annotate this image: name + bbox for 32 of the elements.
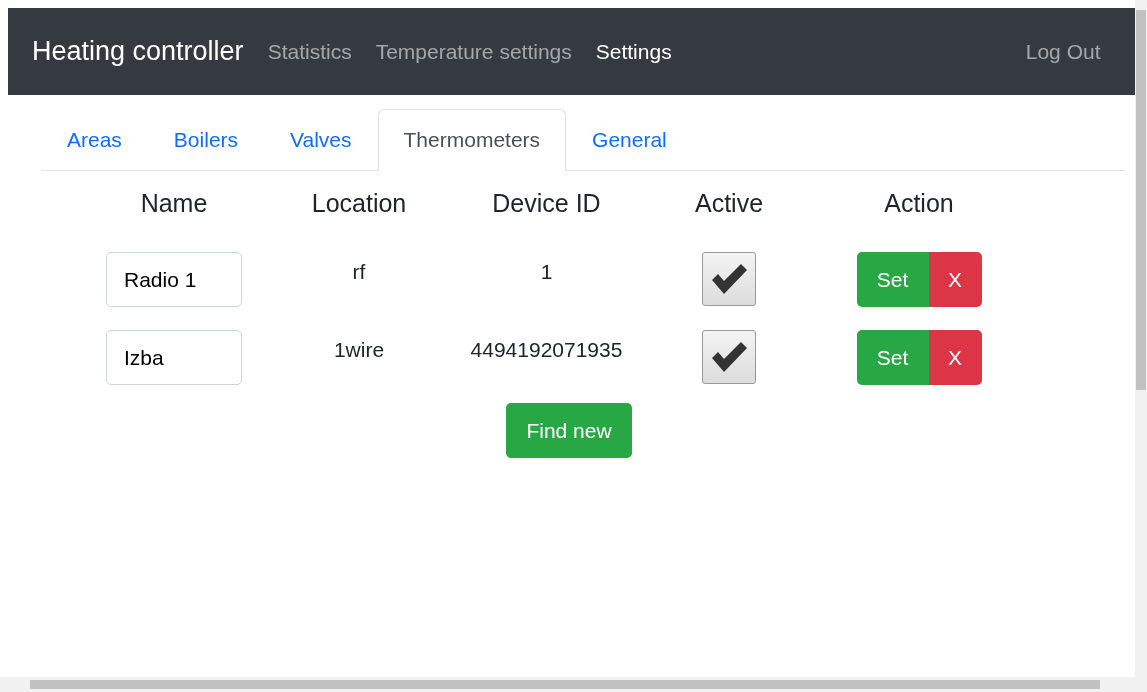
name-field[interactable]: Radio 1	[106, 252, 242, 307]
column-header: Device ID	[491, 187, 602, 219]
logout-link[interactable]: Log Out	[1025, 35, 1101, 68]
set-button[interactable]: Set	[856, 330, 929, 385]
device-id-text: 4494192071935	[470, 337, 623, 363]
find-new-button[interactable]: Find new	[506, 403, 632, 458]
horizontal-scrollbar[interactable]	[0, 677, 1147, 692]
tab[interactable]: Areas	[41, 109, 148, 171]
checkmark-icon	[709, 262, 749, 296]
tab[interactable]: Valves	[264, 109, 378, 171]
name-field[interactable]: Izba	[106, 330, 242, 385]
column-header: Active	[693, 187, 765, 219]
nav-link[interactable]: Temperature settings	[375, 35, 572, 68]
nav-link[interactable]: Settings	[595, 35, 672, 68]
column-header: Name	[139, 187, 209, 219]
column-header: Action	[883, 187, 955, 219]
checkmark-icon	[709, 340, 749, 374]
tab[interactable]: General	[566, 109, 693, 171]
active-checkbox[interactable]	[702, 330, 756, 384]
vertical-scrollbar[interactable]	[1135, 0, 1147, 677]
delete-button[interactable]: X	[928, 252, 982, 307]
set-button[interactable]: Set	[856, 252, 929, 307]
location-text: rf	[352, 259, 366, 285]
delete-button[interactable]: X	[928, 330, 982, 385]
nav-link[interactable]: Statistics	[267, 35, 352, 68]
brand-title[interactable]: Heating controller	[32, 31, 244, 72]
column-header: Location	[310, 187, 408, 219]
active-checkbox[interactable]	[702, 252, 756, 306]
tab[interactable]: Thermometers	[377, 109, 567, 171]
device-id-text: 1	[540, 259, 553, 285]
tab[interactable]: Boilers	[147, 109, 265, 171]
location-text: 1wire	[333, 337, 385, 363]
